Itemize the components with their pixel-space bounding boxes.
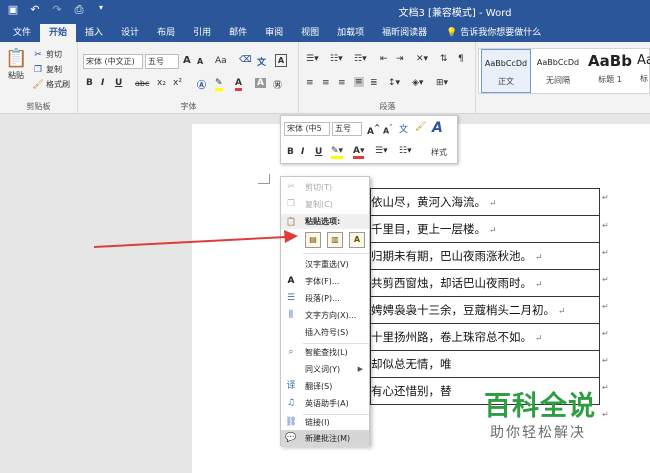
watermark-title: 百科全说: [484, 391, 596, 422]
watermark-subtitle: 助你轻松解决: [490, 425, 586, 441]
watermark-logo: 百科全说 助你轻松解决: [470, 378, 620, 448]
